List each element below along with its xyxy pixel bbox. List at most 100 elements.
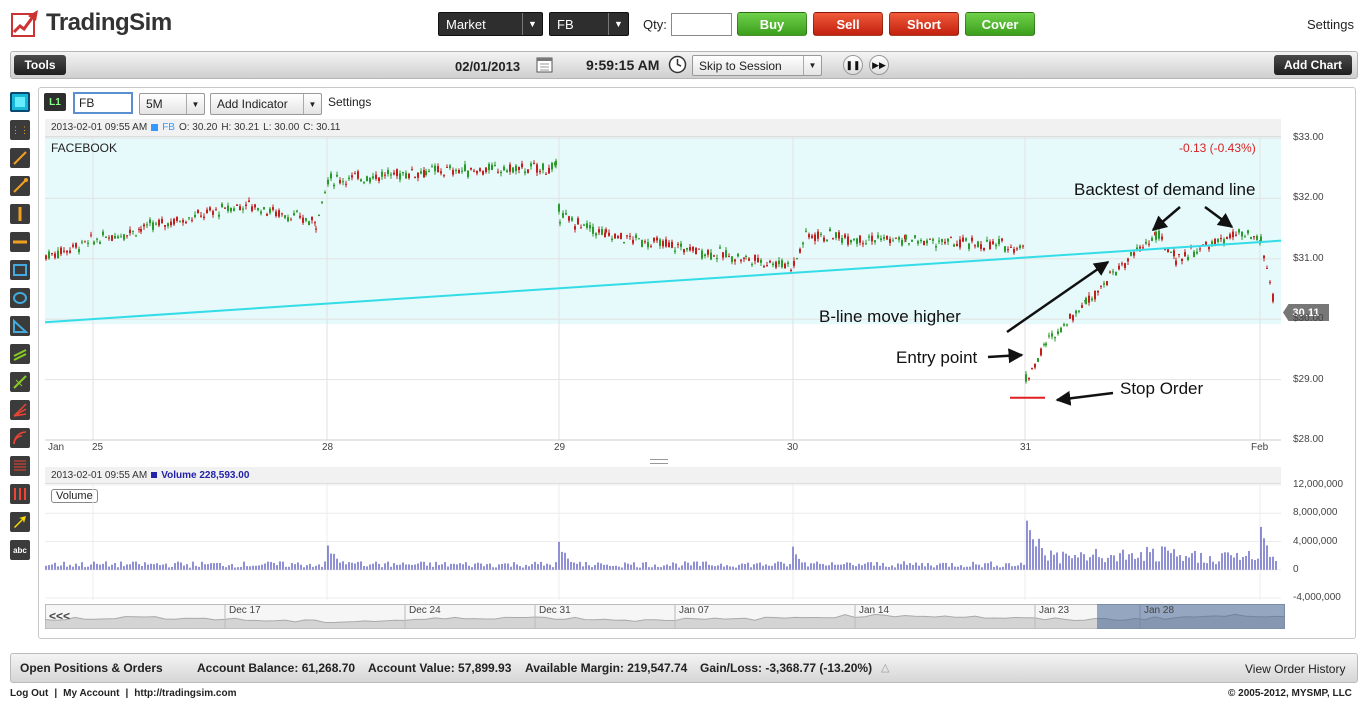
annotation-stop: Stop Order [1120,379,1204,398]
chart-settings-link[interactable]: Settings [328,95,371,109]
pitchfork-tool[interactable] [10,372,30,392]
candle-body [327,179,329,185]
candle-body [728,256,730,258]
candle-body [953,244,955,247]
candle-body [986,239,988,242]
candle-body [853,239,855,241]
candle-body [135,235,137,237]
candle-body [1187,256,1189,260]
fibonacci-tool[interactable] [10,456,30,476]
line-tool[interactable] [10,148,30,168]
candle-body [251,206,253,212]
candle-body [1199,248,1201,250]
triangle-tool[interactable] [10,316,30,336]
skip-session-select[interactable]: Skip to Session ▼ [692,55,822,76]
rectangle-tool[interactable] [10,260,30,280]
horizontal-line-tool[interactable] [10,232,30,252]
interval-select[interactable]: 5M ▼ [139,93,205,115]
cover-button[interactable]: Cover [965,12,1035,36]
expand-triangle-icon[interactable]: △ [881,661,889,674]
buy-button[interactable]: Buy [737,12,807,36]
header-settings-link[interactable]: Settings [1307,17,1354,32]
info-datetime: 2013-02-01 09:55 AM [51,122,148,133]
open-positions-link[interactable]: Open Positions & Orders [20,661,163,675]
candle-body [871,235,873,242]
volume-chart[interactable] [45,484,1285,600]
tools-button[interactable]: Tools [14,55,66,75]
candle-body [1066,324,1068,326]
candle-body [734,259,736,262]
view-order-history-link[interactable]: View Order History [1245,662,1345,676]
candle-body [1145,241,1147,244]
pause-button[interactable]: ❚❚ [843,55,863,75]
candle-body [865,243,867,245]
candle-body [423,169,425,178]
candle-body [1040,348,1042,356]
candle-body [527,169,529,173]
channel-tool[interactable] [10,344,30,364]
candle-body [647,242,649,248]
cycle-lines-tool[interactable] [10,484,30,504]
add-indicator-select[interactable]: Add Indicator ▼ [210,93,322,115]
candle-body [995,244,997,247]
add-indicator-label: Add Indicator [217,97,288,111]
vertical-line-icon [18,207,22,221]
candle-body [305,218,307,221]
candle-body [731,256,733,263]
candle-body [1136,247,1138,250]
logout-link[interactable]: Log Out [10,688,48,699]
sell-button[interactable]: Sell [813,12,883,36]
color-picker-tool[interactable] [10,92,30,112]
candle-body [221,203,223,208]
candle-body [841,238,843,243]
ray-tool[interactable] [10,176,30,196]
candle-body [396,169,398,177]
candle-body [399,173,401,180]
qty-input[interactable] [671,13,732,36]
level1-badge[interactable]: L1 [44,93,66,111]
chart-symbol-input[interactable]: FB [73,92,133,114]
symbol-select[interactable]: FB ▼ [549,12,629,36]
candle-body [1013,249,1015,253]
fan-tool[interactable] [10,400,30,420]
navigator-window[interactable] [1097,604,1285,629]
candle-body [117,236,119,239]
candle-body [357,171,359,179]
order-type-select[interactable]: Market ▼ [438,12,543,36]
candle-body [132,230,134,232]
my-account-link[interactable]: My Account [63,688,119,699]
arrow-tool[interactable] [10,512,30,532]
candle-body [1112,271,1114,273]
candle-body [363,182,365,184]
candle-body [111,235,113,241]
candle-body [1241,231,1243,237]
calendar-icon[interactable] [536,56,553,73]
fast-forward-button[interactable]: ▶▶ [869,55,889,75]
navigator-back-button[interactable]: <<< [49,609,70,623]
candle-body [947,238,949,242]
candle-body [446,166,448,168]
candle-body [802,242,804,245]
candle-body [161,218,163,224]
candle-body [1075,310,1077,314]
ellipse-tool[interactable] [10,288,30,308]
candle-body [992,241,994,245]
info-close: C: 30.11 [303,122,341,133]
text-tool[interactable]: abc [10,540,30,560]
candle-body [1121,263,1123,265]
dots-tool[interactable]: ⋮⋮ [10,120,30,140]
volume-datetime: 2013-02-01 09:55 AM [51,469,148,481]
channel-icon [13,349,27,361]
color-swatch-icon [15,97,25,107]
candle-body [577,218,579,225]
candle-body [614,233,616,239]
annotation-arrow [1055,390,1114,406]
candle-body [290,219,292,221]
add-chart-button[interactable]: Add Chart [1274,55,1352,75]
short-button[interactable]: Short [889,12,959,36]
panel-splitter-handle[interactable] [650,459,668,464]
site-url-link[interactable]: http://tradingsim.com [134,688,236,699]
vertical-line-tool[interactable] [10,204,30,224]
arc-tool[interactable] [10,428,30,448]
candle-body [275,211,277,217]
